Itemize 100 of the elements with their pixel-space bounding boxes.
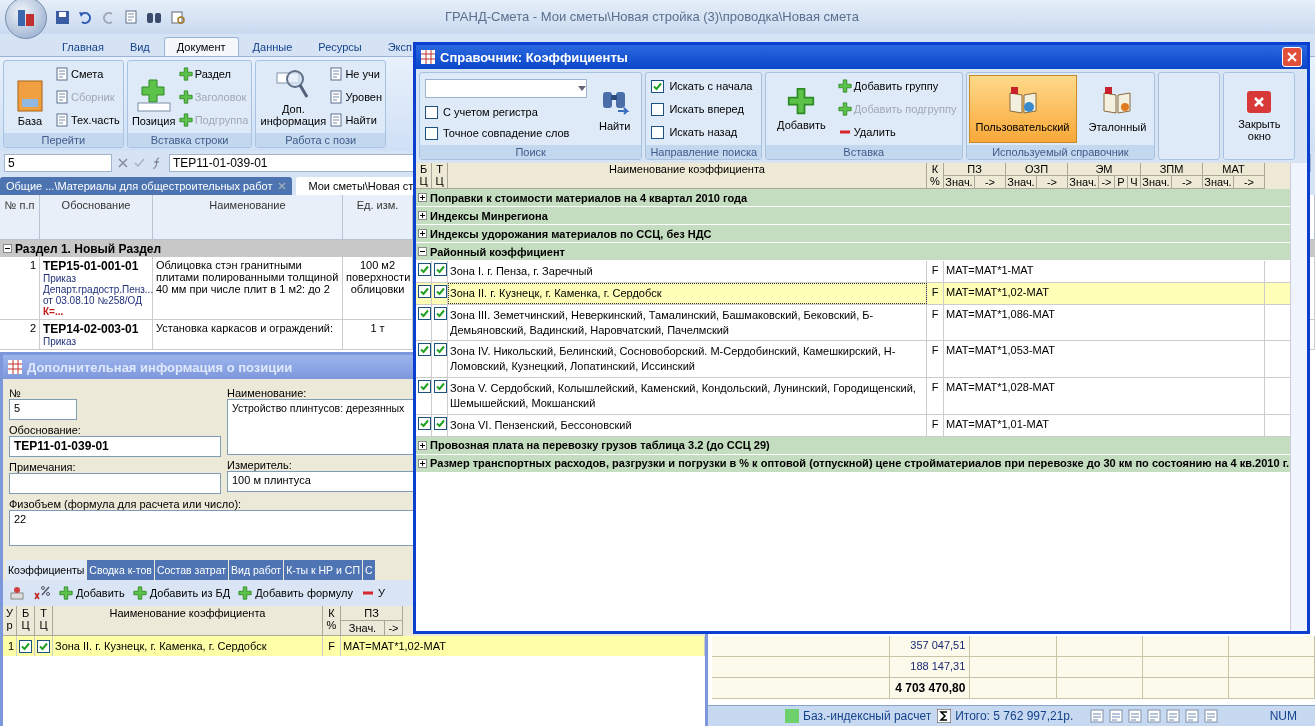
checkbox[interactable] bbox=[418, 380, 431, 394]
ribbon-button[interactable]: Тех.часть bbox=[55, 112, 120, 127]
k-cell: F bbox=[323, 636, 341, 656]
ribbon-tab[interactable]: Документ bbox=[163, 37, 239, 56]
plus-icon bbox=[238, 586, 253, 600]
column-header: МАТ bbox=[1203, 163, 1265, 176]
checkbox[interactable] bbox=[37, 639, 50, 653]
checkbox[interactable] bbox=[418, 306, 431, 320]
coefficient-row[interactable]: Зона II. г. Кузнецк, г. Каменка, г. Сердобск F МАТ=МАТ*1,02-МАТ bbox=[416, 282, 1291, 305]
expand-toggle[interactable] bbox=[418, 440, 427, 450]
save-icon[interactable] bbox=[55, 9, 70, 25]
field-label: Измеритель: bbox=[227, 459, 292, 471]
k-cell: F bbox=[927, 304, 944, 341]
checkbox[interactable] bbox=[434, 343, 447, 357]
checkbox[interactable] bbox=[425, 105, 438, 119]
expand-toggle[interactable] bbox=[418, 211, 427, 220]
grid-icon bbox=[421, 50, 435, 64]
unit-text: 1 т bbox=[370, 322, 385, 334]
ribbon-button[interactable]: Позиция bbox=[130, 63, 177, 131]
close-window-button[interactable]: Закрыть окно bbox=[1229, 75, 1290, 157]
ribbon-button[interactable]: Добавить группу bbox=[837, 79, 957, 93]
checkbox[interactable] bbox=[651, 79, 665, 93]
group-row[interactable]: Индексы удорожания материалов по ССЦ, без НДС bbox=[416, 225, 1291, 243]
formula-cell: МАТ=МАТ*1,086-МАТ bbox=[944, 304, 1265, 341]
total-status: Итого: 5 762 997,21р. bbox=[937, 709, 1074, 723]
checkbox[interactable] bbox=[434, 416, 447, 430]
document-icon bbox=[55, 67, 69, 82]
status-square-icon bbox=[785, 709, 799, 723]
checkbox[interactable] bbox=[434, 306, 447, 320]
plus-icon bbox=[178, 67, 193, 82]
group-row[interactable]: Районный коэффициент bbox=[416, 243, 1291, 261]
ribbon-button[interactable]: База bbox=[7, 63, 53, 131]
basis-text: Приказ bbox=[43, 336, 77, 347]
column-header: ПЗ bbox=[944, 163, 1006, 176]
ribbon-tab[interactable]: Данные bbox=[240, 38, 305, 56]
ribbon-button[interactable]: Не учи bbox=[329, 67, 383, 82]
checkbox[interactable] bbox=[418, 416, 431, 430]
reference-button[interactable]: Пользовательский bbox=[968, 75, 1077, 143]
checkbox[interactable] bbox=[418, 284, 431, 298]
book-icon bbox=[1101, 85, 1134, 117]
calc-mode-status: Баз.-индексный расчет bbox=[785, 709, 932, 723]
print-preview-icon[interactable] bbox=[170, 9, 186, 25]
close-button[interactable] bbox=[1282, 47, 1302, 67]
ribbon-button[interactable]: Найти bbox=[329, 112, 383, 127]
checkbox[interactable] bbox=[434, 380, 447, 394]
name-cell: Зона II. г. Кузнецк, г. Каменка, г. Сердобск bbox=[448, 282, 927, 304]
checkbox[interactable] bbox=[651, 102, 665, 116]
cell-name-field[interactable]: 5 bbox=[4, 154, 112, 172]
ribbon-button[interactable]: Доп. информация bbox=[259, 63, 328, 131]
ribbon-button[interactable]: Удалить bbox=[837, 125, 957, 139]
find-button[interactable]: Найти bbox=[593, 75, 637, 143]
ribbon-button[interactable]: Уровен bbox=[329, 90, 383, 104]
expand-toggle[interactable] bbox=[418, 229, 427, 238]
grid-icon bbox=[8, 360, 22, 374]
plus-icon bbox=[132, 586, 147, 600]
checkbox[interactable] bbox=[418, 263, 431, 276]
add-button[interactable]: Добавить bbox=[771, 75, 832, 143]
ribbon-tab[interactable]: Главная bbox=[50, 38, 116, 56]
checkbox[interactable] bbox=[418, 343, 431, 357]
name-cell: Зона III. Земетчинский, Неверкинский, Тамалинский, Башмаковский, Бековский, Б-Демьяновский, Вадинский, Наровчатский, Пачелмский bbox=[448, 304, 927, 341]
checkbox[interactable] bbox=[651, 125, 665, 139]
reference-button[interactable]: Эталонный bbox=[1082, 75, 1153, 143]
group-row[interactable]: Поправки к стоимости материалов на 4 квартал 2010 года bbox=[416, 189, 1291, 207]
ribbon-button[interactable]: Смета bbox=[55, 67, 120, 82]
coefficient-row[interactable]: Зона VI. Пензенский, Бессоновский F МАТ=МАТ*1,01-МАТ bbox=[416, 414, 1291, 437]
coefficient-row[interactable]: Зона IV. Никольский, Белинский, Сосновоборский. М-Сердобинский, Камешкирский, Н-Ломовский, Кузнецкий, Лопатинский, Иссинский F МАТ=МАТ*1,053-МАТ bbox=[416, 341, 1291, 379]
cancel-icon[interactable] bbox=[118, 158, 128, 168]
check-icon[interactable] bbox=[134, 158, 145, 168]
checkbox[interactable] bbox=[434, 284, 447, 298]
k-cell: F bbox=[927, 261, 944, 282]
coefficient-row[interactable]: Зона III. Земетчинский, Неверкинский, Тамалинский, Башмаковский, Бековский, Б-Демьяновский, Вадинский, Наровчатский, Пачелмский F МАТ=МАТ*1,086-МАТ bbox=[416, 304, 1291, 342]
k-cell: F bbox=[927, 414, 944, 436]
document-tab[interactable]: Общие ...\Материалы для общестроительных работ bbox=[0, 177, 293, 195]
ribbon-tab[interactable]: Вид bbox=[117, 38, 162, 56]
column-header: Наименование bbox=[153, 195, 343, 240]
checkbox[interactable] bbox=[425, 126, 438, 140]
k-cell: F bbox=[927, 341, 944, 378]
section-title: Раздел 1. Новый Раздел bbox=[15, 241, 162, 256]
app-menu-button[interactable] bbox=[5, 0, 47, 39]
expand-toggle[interactable] bbox=[418, 193, 427, 202]
ribbon-tab[interactable]: Эксп bbox=[375, 38, 424, 56]
unit-text: 100 м2 поверхности облицовки bbox=[346, 259, 411, 295]
coefficient-row[interactable]: Зона I. г. Пенза, г. Заречный F МАТ=МАТ*1-МАТ bbox=[416, 261, 1291, 283]
document-icon bbox=[124, 10, 138, 24]
expand-toggle[interactable] bbox=[418, 458, 427, 468]
undo-icon[interactable] bbox=[78, 9, 93, 25]
ribbon-tab[interactable]: Ресурсы bbox=[306, 38, 374, 56]
coefficient-row[interactable]: Зона V. Сердобский, Колышлейский, Каменский, Кондольский, Лунинский, Городищенский, Шемышейский, Мокшанский F МАТ=МАТ*1,028-МАТ bbox=[416, 378, 1291, 415]
checkbox[interactable] bbox=[434, 263, 447, 276]
group-row[interactable]: Индексы Минрегиона bbox=[416, 207, 1291, 225]
scrollbar[interactable] bbox=[1290, 163, 1307, 631]
column-header: Обоснование bbox=[40, 195, 153, 240]
plus-icon bbox=[837, 102, 852, 116]
expand-toggle[interactable] bbox=[418, 247, 427, 256]
ribbon-button[interactable]: Раздел bbox=[178, 67, 249, 82]
expand-toggle[interactable] bbox=[3, 244, 12, 253]
checkbox[interactable] bbox=[19, 639, 32, 653]
name-cell: Зона IV. Никольский, Белинский, Сосновоборский. М-Сердобинский, Камешкирский, Н-Ломовский, Кузнецкий, Лопатинский, Иссинский bbox=[448, 341, 927, 378]
formula-cell: МАТ=МАТ*1,01-МАТ bbox=[944, 414, 1265, 436]
sigma-icon bbox=[937, 709, 952, 723]
